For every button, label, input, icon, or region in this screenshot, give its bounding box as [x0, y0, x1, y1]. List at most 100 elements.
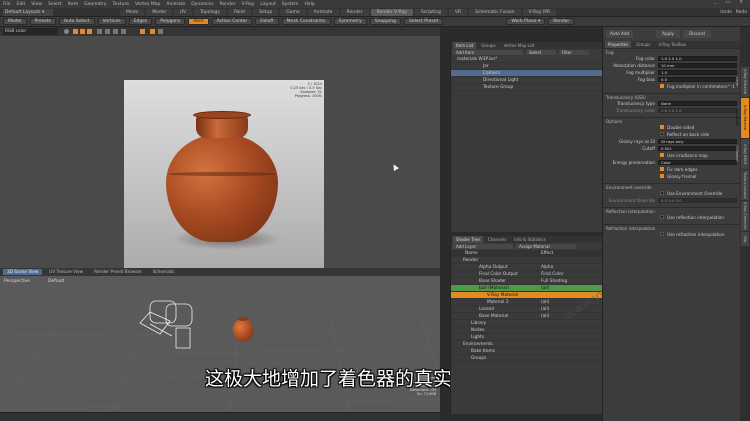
tab-paint[interactable]: Paint	[228, 9, 252, 16]
glossy-fresnel-checkbox[interactable]	[660, 174, 664, 178]
tab-animate[interactable]: Animate	[307, 9, 339, 16]
tab-render-vray[interactable]: Render V-Ray	[370, 9, 413, 16]
assign-material-button[interactable]: Assign Material	[516, 244, 576, 249]
fog-section[interactable]: Fog	[603, 48, 740, 55]
menu-system[interactable]: System	[282, 2, 299, 7]
window-controls[interactable]: _ ☐ ✕	[714, 0, 747, 5]
auto-select-button[interactable]: Auto Select	[58, 18, 95, 25]
list-item[interactable]: materials W3P.lxo*	[451, 56, 602, 63]
tab-groups[interactable]: Groups	[478, 42, 498, 49]
reflect-back-checkbox[interactable]	[660, 132, 664, 136]
channel-r-icon[interactable]	[73, 29, 78, 34]
symmetry-button[interactable]: Symmetry	[333, 18, 367, 25]
options-section[interactable]: Options	[603, 117, 740, 124]
tab-properties[interactable]: Properties	[605, 41, 632, 48]
snapping-button[interactable]: Snapping	[369, 18, 401, 25]
side-tab[interactable]: Mat	[741, 232, 749, 246]
tab-schematic-fusion[interactable]: Schematic Fusion	[469, 9, 521, 16]
filter-button[interactable]: Filter	[559, 50, 589, 55]
prop-value[interactable]: 1.0	[658, 70, 737, 75]
menu-item[interactable]: Item	[68, 2, 78, 7]
tab-render-preset-browser[interactable]: Render Preset Browser	[90, 269, 146, 275]
tab-vr[interactable]: VR	[448, 9, 468, 16]
side-tab[interactable]: V-Ray BRDF Common	[735, 139, 749, 169]
presets-button[interactable]: Presets	[29, 18, 56, 25]
history-icon[interactable]	[113, 29, 118, 34]
redo-button[interactable]: Redo	[736, 9, 747, 16]
menu-texture[interactable]: Texture	[113, 2, 129, 7]
menu-geometry[interactable]: Geometry	[84, 2, 106, 7]
shading-mode-label[interactable]: Default	[48, 278, 64, 285]
energy-preservation-dropdown[interactable]: Color	[658, 160, 737, 165]
play-icon[interactable]	[150, 29, 155, 34]
tab-prop-groups[interactable]: Groups	[633, 41, 653, 48]
table-row[interactable]: Groups	[451, 355, 602, 362]
polygons-button[interactable]: Polygons	[155, 18, 186, 25]
menu-animate[interactable]: Animate	[166, 2, 185, 7]
work-plane-button[interactable]: Work Plane ▾	[506, 18, 546, 25]
stop-icon[interactable]	[158, 29, 163, 34]
use-refl-interp-checkbox[interactable]	[660, 215, 664, 219]
discard-button[interactable]: Discard	[683, 30, 711, 38]
tab-game[interactable]: Game	[280, 9, 306, 16]
refl-interp-section[interactable]: Reflection interpolation	[603, 207, 740, 214]
prop-value[interactable]: 1.0 1.0 1.0	[658, 108, 737, 113]
menu-render[interactable]: Render	[219, 2, 235, 7]
table-row[interactable]: Environments	[451, 341, 602, 348]
double-sided-checkbox[interactable]	[660, 125, 664, 129]
fog-units-checkbox[interactable]	[660, 84, 664, 88]
menu-select[interactable]: Select	[48, 2, 62, 7]
tab-setup[interactable]: Setup	[253, 9, 279, 16]
list-item[interactable]: Camera	[451, 70, 602, 77]
tab-topology[interactable]: Topology	[194, 9, 227, 16]
table-row[interactable]: Base Shader Full Shading	[451, 278, 602, 285]
select-button[interactable]: Select	[526, 50, 556, 55]
vray-render-viewport[interactable]: 3 / 1024 0.25 Sec / 0.5 Sec Samples: 32 …	[0, 36, 440, 277]
tab-render[interactable]: Render	[340, 9, 369, 16]
model-button[interactable]: Model	[3, 18, 27, 25]
side-tab[interactable]: V-Ray Channels	[741, 201, 749, 231]
use-refr-interp-checkbox[interactable]	[660, 232, 664, 236]
rgb-color-dropdown[interactable]: RGB color	[3, 28, 58, 35]
view-mode-label[interactable]: Perspective	[4, 278, 30, 285]
menu-vertex-map[interactable]: Vertex Map	[135, 2, 160, 7]
cutoff-field[interactable]: 0.001	[658, 146, 737, 151]
jar-preview[interactable]	[233, 319, 253, 341]
prop-value[interactable]: 0.0 0.0 0.0	[658, 198, 737, 203]
refr-interp-section[interactable]: Refraction interpolation	[603, 224, 740, 231]
fix-dark-edges-checkbox[interactable]	[660, 167, 664, 171]
menu-view[interactable]: View	[31, 2, 42, 7]
tab-shader-tree[interactable]: Shader Tree	[453, 236, 483, 243]
translucency-type-dropdown[interactable]: None	[658, 101, 737, 106]
tab-vray-ipr[interactable]: V-Ray IPR	[522, 9, 557, 16]
menu-help[interactable]: Help	[305, 2, 315, 7]
prop-value[interactable]: 1.0 1.0 1.0	[658, 56, 737, 61]
undo-button[interactable]: Undo	[720, 9, 732, 16]
table-row[interactable]: Bake Items	[451, 348, 602, 355]
menu-edit[interactable]: Edit	[17, 2, 26, 7]
tab-scripting[interactable]: Scripting	[414, 9, 447, 16]
env-override-section[interactable]: Environment override	[603, 183, 740, 190]
lens-icon[interactable]	[105, 29, 110, 34]
edges-button[interactable]: Edges	[128, 18, 153, 25]
tab-uv[interactable]: UV	[173, 9, 193, 16]
menu-file[interactable]: File	[3, 2, 11, 7]
vertices-button[interactable]: Vertices	[97, 18, 126, 25]
tab-vray-toolbox[interactable]: V-Ray Toolbox	[655, 41, 689, 48]
translucency-section[interactable]: Translucency (SSS)	[603, 93, 740, 100]
settings-icon[interactable]	[140, 29, 145, 34]
save-image-icon[interactable]	[121, 29, 126, 34]
table-row[interactable]: Lights	[451, 334, 602, 341]
select-preset-button[interactable]: Select Preset	[403, 18, 444, 25]
tab-uv-texture-view[interactable]: UV Texture View	[45, 269, 87, 275]
table-row[interactable]: Render	[451, 257, 602, 264]
use-env-override-checkbox[interactable]	[660, 191, 664, 195]
menu-vray[interactable]: V-Ray	[242, 2, 255, 7]
add-item-button[interactable]: Add Item	[453, 50, 523, 55]
render-button[interactable]: Render	[548, 18, 575, 25]
table-row[interactable]: Final Color Output Final Color	[451, 271, 602, 278]
mesh-constraints-button[interactable]: Mesh Constraints	[281, 18, 331, 25]
table-row[interactable]: ball (Material) (all)	[451, 285, 602, 292]
tab-vertex-map-list[interactable]: Vertex Map List	[501, 42, 538, 49]
region-icon[interactable]	[97, 29, 102, 34]
